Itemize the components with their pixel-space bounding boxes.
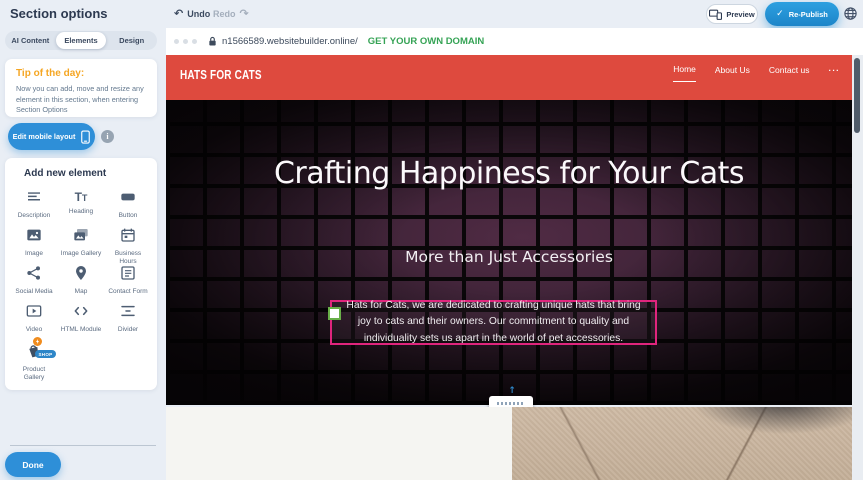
phone-icon <box>81 130 90 144</box>
button-icon <box>120 189 136 210</box>
site-header: HATS FOR CATS Home About Us Contact us ·… <box>166 55 852 100</box>
nav-contact-us[interactable]: Contact us <box>769 65 810 82</box>
republish-button[interactable]: ✓ Re-Publish <box>765 2 839 26</box>
element-image-gallery[interactable]: Image Gallery <box>58 227 105 265</box>
get-your-own-domain-link[interactable]: GET YOUR OWN DOMAIN <box>368 36 484 47</box>
devices-icon <box>709 9 722 20</box>
element-video[interactable]: Video <box>11 303 58 341</box>
check-icon: ✓ <box>776 9 784 19</box>
redo-label: Redo <box>213 9 236 19</box>
element-business-hours[interactable]: Business Hours <box>105 227 152 265</box>
shop-badge: SHOP <box>35 350 57 358</box>
image-icon <box>26 227 42 248</box>
element-product-gallery[interactable]: SHOP Product Gallery <box>11 341 58 379</box>
hero-heading[interactable]: Crafting Happiness for Your Cats <box>166 152 852 196</box>
republish-label: Re-Publish <box>789 10 828 19</box>
tab-design[interactable]: Design <box>106 32 157 49</box>
element-heading[interactable]: TT Heading <box>58 189 105 227</box>
preview-label: Preview <box>726 10 754 19</box>
next-section-carpet-image <box>512 407 852 480</box>
tip-title: Tip of the day: <box>16 68 146 79</box>
edit-mobile-label: Edit mobile layout <box>13 132 76 141</box>
divider-icon <box>120 303 136 324</box>
business-hours-icon <box>120 227 136 248</box>
html-module-icon <box>73 303 89 324</box>
hero-paragraph-box[interactable]: Hats for Cats, we are dedicated to craft… <box>330 300 657 345</box>
video-icon <box>26 303 42 324</box>
sidebar-divider <box>10 445 156 446</box>
undo-icon: ↶ <box>174 8 183 19</box>
site-nav: Home About Us Contact us ··· <box>673 64 840 82</box>
edit-mobile-layout-button[interactable]: Edit mobile layout <box>8 123 95 150</box>
redo-icon: ↷ <box>240 8 249 19</box>
app-root: Section options ↶ Undo Redo ↷ Preview ✓ … <box>0 0 863 480</box>
nav-home[interactable]: Home <box>673 64 696 82</box>
element-html-module[interactable]: HTML Module <box>58 303 105 341</box>
redo-button[interactable]: Redo ↷ <box>213 8 249 19</box>
page-title: Section options <box>10 6 108 21</box>
info-icon[interactable]: i <box>101 130 114 143</box>
new-feature-badge <box>33 337 42 346</box>
site-logo[interactable]: HATS FOR CATS <box>180 68 262 82</box>
element-map[interactable]: Map <box>58 265 105 303</box>
preview-button[interactable]: Preview <box>706 4 758 24</box>
element-description[interactable]: Description <box>11 189 58 227</box>
element-divider[interactable]: Divider <box>105 303 152 341</box>
element-drag-handle[interactable] <box>328 307 341 320</box>
image-gallery-icon <box>73 227 89 248</box>
undo-label: Undo <box>187 9 210 19</box>
heading-icon: TT <box>75 189 88 206</box>
tab-elements[interactable]: Elements <box>56 32 107 49</box>
tip-body: Now you can add, move and resize any ele… <box>16 84 146 116</box>
preview-browser-bar: n1566589.websitebuilder.online/ GET YOUR… <box>166 28 863 55</box>
next-section-background <box>166 407 512 480</box>
add-element-title: Add new element <box>24 168 152 179</box>
browser-dots <box>174 39 197 44</box>
tip-of-the-day-card: Tip of the day: Now you can add, move an… <box>5 59 157 117</box>
hero-section[interactable]: Crafting Happiness for Your Cats More th… <box>166 100 852 405</box>
lock-icon <box>208 36 217 47</box>
element-grid: Description TT Heading Button Image Imag… <box>10 189 152 379</box>
hero-paragraph: Hats for Cats, we are dedicated to craft… <box>342 298 645 347</box>
description-icon <box>26 189 42 210</box>
element-contact-form[interactable]: Contact Form <box>105 265 152 303</box>
globe-icon <box>843 6 858 21</box>
tab-ai-content[interactable]: AI Content <box>5 32 56 49</box>
resize-up-arrow-icon[interactable]: ↑ <box>505 387 519 396</box>
undo-button[interactable]: ↶ Undo <box>174 8 210 19</box>
nav-about-us[interactable]: About Us <box>715 65 750 82</box>
sidebar-tabbar: AI Content Elements Design <box>5 31 157 50</box>
site-url: n1566589.websitebuilder.online/ <box>208 36 358 47</box>
hero-subheading[interactable]: More than Just Accessories <box>166 248 852 266</box>
element-image[interactable]: Image <box>11 227 58 265</box>
element-button[interactable]: Button <box>105 189 152 227</box>
resize-handle-dots <box>497 402 525 405</box>
language-globe-button[interactable] <box>841 4 859 22</box>
element-social-media[interactable]: Social Media <box>11 265 58 303</box>
map-icon <box>73 265 89 286</box>
preview-scrollbar-thumb[interactable] <box>854 58 860 133</box>
add-element-panel: Add new element Description TT Heading B… <box>5 158 157 390</box>
contact-form-icon <box>120 265 136 286</box>
nav-more-ellipsis-icon[interactable]: ··· <box>829 65 841 82</box>
done-button[interactable]: Done <box>5 452 61 477</box>
social-media-icon <box>26 265 42 286</box>
